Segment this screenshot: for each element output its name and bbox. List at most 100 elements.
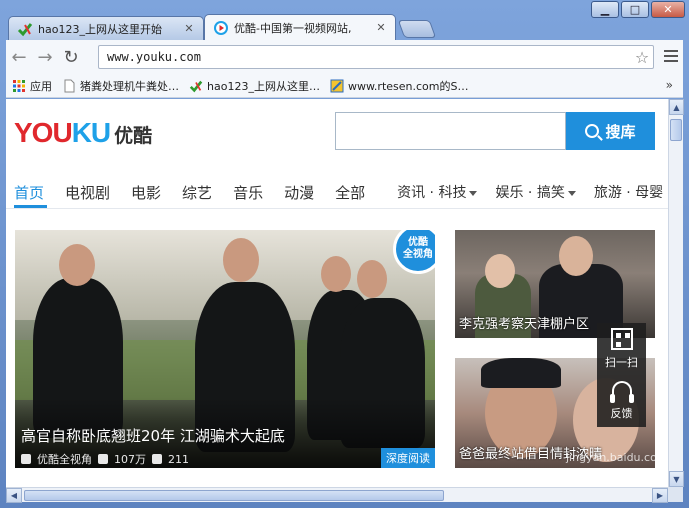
hao123-icon — [17, 22, 33, 36]
nav-item-movie[interactable]: 电影 — [131, 182, 161, 203]
bookmark-apps[interactable]: 应用 — [12, 78, 52, 94]
card-face — [559, 236, 593, 276]
scrollbar-corner — [668, 487, 683, 502]
tab-close-icon[interactable]: ✕ — [375, 21, 387, 34]
main-nav: 首页 电视剧 电影 综艺 音乐 动漫 全部 资讯 · 科技 娱乐 · 搞笑 旅游… — [14, 177, 668, 207]
tab-youku[interactable]: 优酷-中国第一视频网站, ✕ — [204, 14, 396, 40]
tool-label: 反馈 — [610, 407, 633, 420]
hero-channel[interactable]: 优酷全视角 — [37, 451, 92, 467]
page-icon — [64, 79, 75, 92]
nav-item-news[interactable]: 资讯 · 科技 — [397, 182, 478, 202]
nav-item-all[interactable]: 全部 — [335, 182, 365, 203]
chevron-down-icon — [567, 190, 576, 196]
search-input[interactable] — [335, 112, 566, 150]
scan-qr-button[interactable]: 扫一扫 — [597, 323, 646, 375]
comment-icon — [152, 454, 162, 464]
site-icon — [330, 79, 344, 92]
headset-icon — [609, 381, 634, 403]
nav-label: 资讯 · 科技 — [397, 185, 467, 201]
nav-item-travel[interactable]: 旅游 · 母婴 — [594, 182, 663, 202]
forward-arrow-icon[interactable]: → — [32, 44, 58, 70]
bookmark-item[interactable]: www.rtesen.com的S… — [330, 78, 469, 94]
bookmarks-bar: 应用 猪粪处理机牛粪处… hao123_上网从这里… www.rtesen.co… — [6, 74, 683, 98]
watermark: jingyan.baidu.com — [566, 451, 668, 464]
bookmark-label: 应用 — [30, 79, 52, 93]
search-button[interactable]: 搜库 — [566, 112, 655, 150]
youku-logo[interactable]: YOU KU 优酷 — [14, 117, 152, 149]
bookmark-item[interactable]: hao123_上网从这里… — [189, 78, 320, 94]
hero-head — [357, 260, 387, 298]
nav-item-ent[interactable]: 娱乐 · 搞笑 — [495, 182, 576, 202]
scrollbar-thumb[interactable] — [670, 119, 682, 141]
new-tab-button[interactable] — [397, 20, 437, 38]
tab-title: hao123_上网从这里开始 — [38, 22, 162, 36]
url-text: www.youku.com — [107, 50, 201, 64]
bookmark-label: www.rtesen.com的S… — [347, 79, 469, 93]
hero-meta: 优酷全视角 107万 211 — [21, 451, 189, 467]
youku-icon — [214, 20, 228, 35]
vertical-scrollbar[interactable]: ▲ ▼ — [668, 99, 684, 487]
card-caption[interactable]: 李克强考察天津棚户区 — [459, 313, 589, 332]
hero-comments: 211 — [168, 452, 189, 466]
search-icon — [585, 124, 600, 138]
video-card[interactable]: 李克强考察天津棚户区 — [455, 230, 655, 338]
search-button-label: 搜库 — [605, 122, 636, 141]
nav-item-home[interactable]: 首页 — [14, 182, 44, 203]
menu-icon[interactable] — [663, 48, 679, 64]
card-hair — [481, 358, 561, 388]
close-button[interactable]: ✕ — [651, 1, 685, 18]
hero-head — [223, 238, 259, 282]
play-icon — [98, 454, 108, 464]
card-face — [485, 254, 515, 288]
tool-label: 扫一扫 — [605, 356, 638, 369]
floating-toolbar: 扫一扫 反馈 — [597, 323, 646, 427]
hero-head — [59, 244, 95, 286]
apps-grid-icon — [13, 79, 25, 92]
page-viewport: YOU KU 优酷 搜库 首页 电视剧 电影 综艺 音乐 动漫 全部 资讯 · 科… — [6, 99, 668, 487]
hero-views: 107万 — [114, 453, 146, 466]
minimize-button[interactable]: ▁ — [591, 1, 619, 18]
qr-code-icon — [610, 328, 633, 350]
badge-line: 全视角 — [403, 249, 433, 260]
nav-item-music[interactable]: 音乐 — [233, 182, 263, 203]
tab-close-icon[interactable]: ✕ — [183, 22, 195, 35]
address-bar[interactable]: www.youku.com ☆ — [98, 45, 654, 69]
tab-strip: hao123_上网从这里开始 ✕ 优酷-中国第一视频网站, ✕ — [8, 14, 448, 40]
chevron-down-icon — [469, 190, 478, 196]
scroll-down-icon[interactable]: ▼ — [669, 471, 684, 487]
bookmark-label: hao123_上网从这里… — [207, 79, 320, 93]
bookmark-label: 猪粪处理机牛粪处… — [80, 79, 179, 93]
nav-divider — [6, 208, 668, 209]
hero-video[interactable]: 优酷 全视角 高官自称卧底翘班20年 江湖骗术大起底 优酷全视角 107万 21… — [15, 230, 435, 468]
tab-title: 优酷-中国第一视频网站, — [234, 21, 352, 35]
badge-line: 优酷 — [408, 237, 428, 248]
scroll-up-icon[interactable]: ▲ — [669, 99, 684, 115]
hao123-icon — [189, 80, 203, 92]
window-controls: ▁ □ ✕ — [591, 1, 685, 18]
bookmarks-overflow-button[interactable]: » — [666, 78, 673, 92]
hero-head — [321, 256, 351, 292]
reload-icon[interactable]: ↻ — [58, 44, 84, 70]
logo-cn: 优酷 — [114, 125, 153, 147]
scroll-left-icon[interactable]: ◀ — [6, 488, 22, 503]
tab-hao123[interactable]: hao123_上网从这里开始 ✕ — [8, 16, 204, 40]
maximize-button[interactable]: □ — [621, 1, 649, 18]
feedback-button[interactable]: 反馈 — [597, 375, 646, 427]
nav-item-anime[interactable]: 动漫 — [284, 182, 314, 203]
star-icon[interactable]: ☆ — [631, 48, 653, 67]
user-icon — [21, 454, 31, 464]
back-arrow-icon[interactable]: ← — [6, 44, 32, 70]
scrollbar-thumb[interactable] — [24, 490, 444, 501]
nav-item-variety[interactable]: 综艺 — [182, 182, 212, 203]
horizontal-scrollbar[interactable]: ◀ ▶ — [6, 487, 668, 503]
browser-window: ▁ □ ✕ hao123_上网从这里开始 ✕ 优酷-中国第一视频网站, ✕ ← … — [0, 0, 689, 508]
nav-label: 娱乐 · 搞笑 — [495, 185, 565, 201]
logo-you: YOU — [14, 117, 73, 148]
bookmark-item[interactable]: 猪粪处理机牛粪处… — [62, 78, 179, 94]
logo-ku: KU — [71, 117, 111, 148]
browser-toolbar: ← → ↻ www.youku.com ☆ — [6, 40, 683, 74]
deep-read-tag[interactable]: 深度阅读 — [381, 448, 435, 468]
hero-caption[interactable]: 高官自称卧底翘班20年 江湖骗术大起底 — [21, 425, 285, 446]
scroll-right-icon[interactable]: ▶ — [652, 488, 668, 503]
nav-item-tv[interactable]: 电视剧 — [65, 182, 110, 203]
